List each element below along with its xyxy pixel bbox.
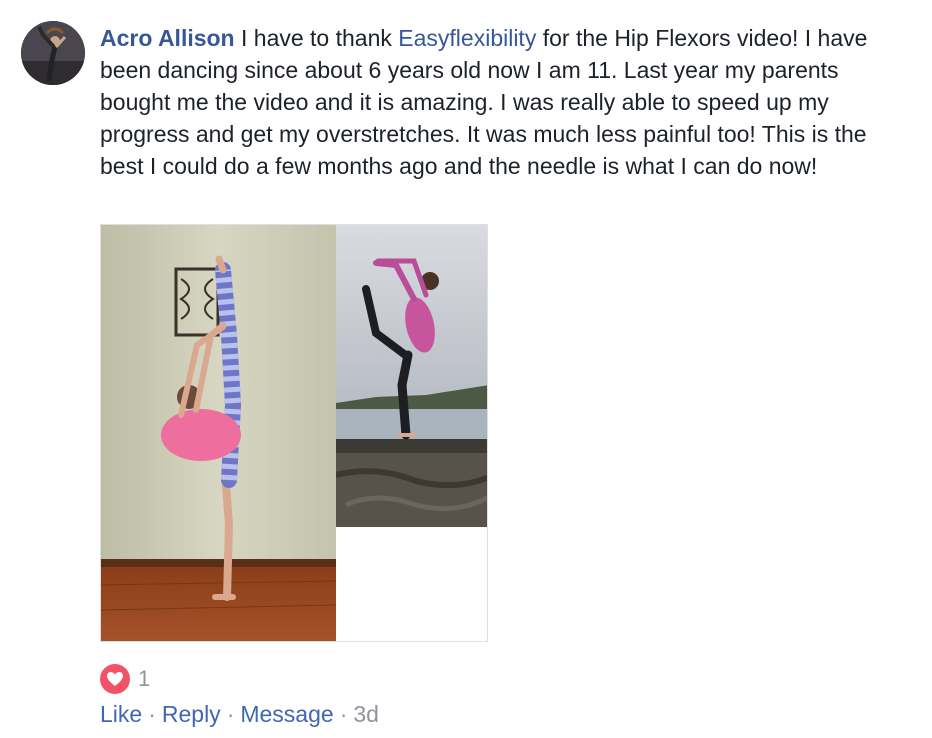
heart-icon — [100, 664, 130, 694]
avatar[interactable] — [21, 21, 85, 85]
tagged-page-link[interactable]: Easyflexibility — [398, 25, 536, 51]
photo-needle-indoor[interactable] — [101, 225, 337, 641]
comment-author[interactable]: Acro Allison — [100, 25, 235, 51]
separator: · — [226, 701, 235, 727]
like-button[interactable]: Like — [100, 701, 142, 727]
reaction-count: 1 — [138, 666, 151, 691]
previous-comment-actions-cutoff — [188, 0, 348, 6]
separator: · — [339, 701, 348, 727]
separator: · — [148, 701, 156, 727]
comment-text: Acro Allison I have to thank Easyflexibi… — [100, 22, 900, 182]
comment-timestamp[interactable]: 3d — [353, 701, 379, 727]
reply-button[interactable]: Reply — [162, 701, 221, 727]
avatar-photo — [21, 21, 85, 85]
comment-photo-attachment[interactable] — [100, 224, 488, 642]
photo-needle-outdoor[interactable] — [335, 225, 487, 527]
comment-actions: Like · Reply · Message · 3d — [100, 698, 379, 730]
comment-text-part1: I have to thank — [234, 25, 399, 51]
reaction-summary[interactable]: 1 — [100, 663, 150, 695]
message-button[interactable]: Message — [240, 701, 333, 727]
